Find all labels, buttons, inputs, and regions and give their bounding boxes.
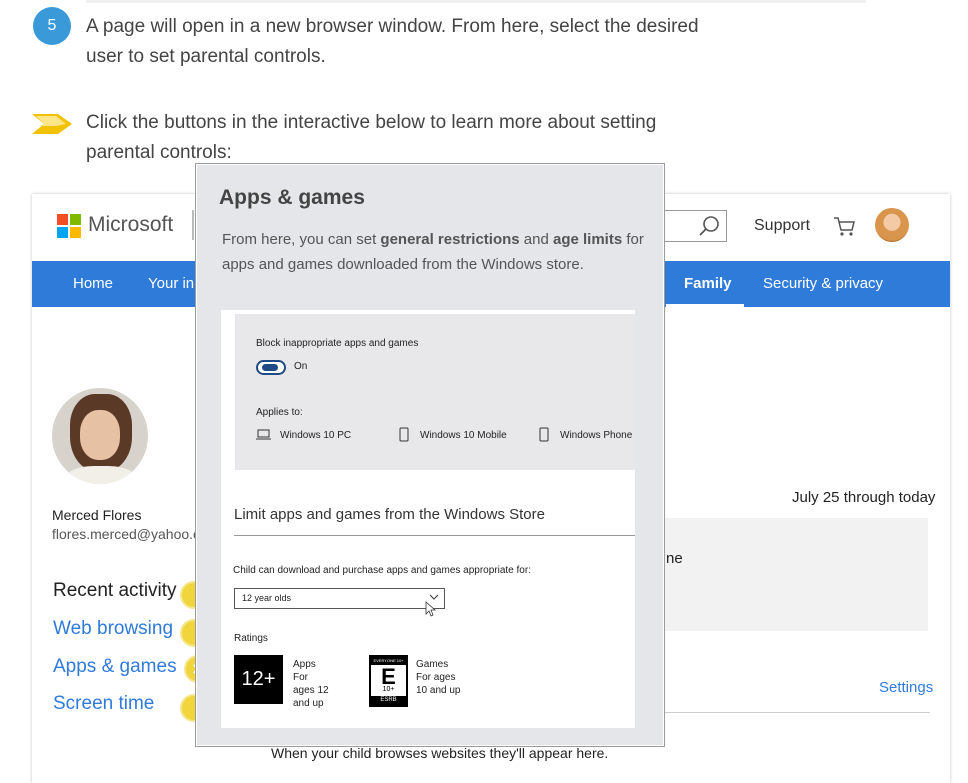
nav-active-indicator: [666, 304, 744, 307]
step-number-badge: 5: [33, 7, 71, 45]
block-toggle[interactable]: [256, 360, 286, 375]
popup-description: From here, you can set general restricti…: [222, 231, 644, 273]
step-line-2: user to set parental controls.: [86, 46, 326, 67]
age-select[interactable]: 12 year olds: [234, 588, 445, 609]
mouse-cursor-icon: [425, 601, 437, 617]
header-divider: [192, 210, 194, 240]
activity-panel: [664, 518, 928, 631]
popup-title: Apps & games: [219, 186, 365, 209]
age-select-value: 12 year olds: [242, 593, 292, 603]
search-icon[interactable]: [697, 214, 721, 238]
games-rating-text: Games For ages 10 and up: [416, 659, 461, 696]
activity-partial-text: ne: [666, 550, 683, 567]
limit-divider: [234, 535, 635, 536]
esrb-rating-badge: EVERYONE 10+ E 10+ ESRB: [369, 655, 408, 707]
apps-games-popup: Apps & games From here, you can set gene…: [195, 163, 665, 747]
sidebar-screen-time[interactable]: Screen time: [53, 693, 154, 715]
chevron-arrow-icon: [32, 114, 72, 134]
microsoft-logo-icon: [57, 214, 81, 238]
child-name: Merced Flores: [52, 507, 142, 523]
child-email: flores.merced@yahoo.c: [52, 526, 201, 542]
sidebar-web-browsing[interactable]: Web browsing: [53, 618, 173, 640]
mobile-icon: [399, 427, 409, 442]
child-age-label: Child can download and purchase apps and…: [233, 565, 531, 576]
sidebar-recent-activity[interactable]: Recent activity: [53, 580, 177, 602]
microsoft-wordmark: Microsoft: [88, 213, 174, 236]
empty-state-text: When your child browses websites they'll…: [271, 745, 609, 761]
nav-your-info[interactable]: Your in: [148, 261, 194, 307]
applies-label: Applies to:: [256, 407, 303, 418]
apps-rating-text: Apps For ages 12 and up: [293, 659, 329, 709]
tip-line-1: Click the buttons in the interactive bel…: [86, 112, 657, 133]
phone-icon: [539, 427, 549, 442]
device-pc: Windows 10 PC: [280, 430, 352, 441]
settings-divider: [664, 712, 930, 713]
sidebar-apps-games[interactable]: Apps & games: [53, 656, 177, 678]
limit-heading: Limit apps and games from the Windows St…: [234, 506, 545, 523]
account-avatar[interactable]: [875, 208, 909, 242]
child-avatar: [52, 388, 148, 484]
device-phone: Windows Phone: [560, 430, 633, 441]
apps-rating-badge: 12+: [234, 655, 283, 704]
pc-icon: [256, 429, 271, 440]
nav-home[interactable]: Home: [73, 261, 113, 307]
block-label: Block inappropriate apps and games: [256, 338, 419, 349]
cart-icon[interactable]: [832, 215, 856, 237]
ratings-label: Ratings: [234, 633, 268, 644]
chevron-down-icon: [429, 594, 439, 600]
support-link[interactable]: Support: [754, 217, 810, 235]
settings-screenshot: Block inappropriate apps and games On Ap…: [221, 310, 635, 728]
tip-instruction: Click the buttons in the interactive bel…: [86, 108, 746, 168]
block-toggle-state: On: [294, 361, 308, 372]
step-instruction: A page will open in a new browser window…: [86, 12, 746, 72]
date-range: July 25 through today: [792, 489, 936, 506]
nav-family[interactable]: Family: [684, 261, 732, 307]
step-line-1: A page will open in a new browser window…: [86, 16, 699, 37]
top-divider: [86, 0, 866, 3]
device-mobile: Windows 10 Mobile: [420, 430, 507, 441]
settings-link[interactable]: Settings: [879, 679, 933, 696]
nav-security-privacy[interactable]: Security & privacy: [763, 261, 883, 307]
